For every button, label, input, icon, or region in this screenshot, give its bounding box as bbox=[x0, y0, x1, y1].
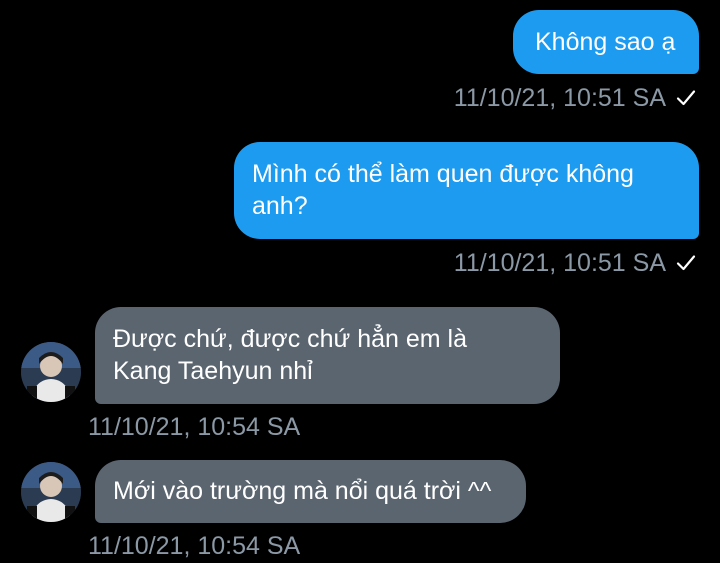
message-timestamp: 11/10/21, 10:54 SA bbox=[88, 413, 301, 441]
user-avatar-icon[interactable] bbox=[21, 462, 81, 522]
message-text-line: anh? bbox=[252, 192, 308, 220]
message-timestamp-row: 11/10/21, 10:51 SA bbox=[454, 83, 696, 113]
message-timestamp-row: 11/10/21, 10:51 SA bbox=[454, 248, 696, 278]
outgoing-message-bubble[interactable]: Không sao ạ bbox=[513, 10, 699, 74]
incoming-message-bubble[interactable]: Mới vào trường mà nổi quá trời ^^ bbox=[95, 460, 526, 523]
message-thread: Không sao ạ 11/10/21, 10:51 SA Mình có t… bbox=[0, 0, 720, 563]
user-avatar-icon[interactable] bbox=[21, 342, 81, 402]
outgoing-message-bubble[interactable]: Mình có thể làm quen được không anh? bbox=[234, 142, 699, 239]
checkmark-icon bbox=[676, 90, 696, 106]
message-text-line: Mình có thể làm quen được không bbox=[252, 160, 634, 188]
message-text-line: Được chứ, được chứ hẳn em là bbox=[113, 325, 468, 353]
message-text: Không sao ạ bbox=[535, 28, 676, 56]
avatar-image bbox=[21, 342, 81, 402]
message-timestamp: 11/10/21, 10:51 SA bbox=[453, 249, 666, 277]
message-text-line: Kang Taehyun nhỉ bbox=[113, 357, 313, 385]
incoming-message-bubble[interactable]: Được chứ, được chứ hẳn em là Kang Taehyu… bbox=[95, 307, 560, 404]
checkmark-icon bbox=[676, 255, 696, 271]
message-timestamp: 11/10/21, 10:51 SA bbox=[453, 84, 666, 112]
avatar-image bbox=[21, 462, 81, 522]
message-timestamp: 11/10/21, 10:54 SA bbox=[88, 532, 301, 560]
message-text: Mới vào trường mà nổi quá trời ^^ bbox=[113, 477, 492, 505]
